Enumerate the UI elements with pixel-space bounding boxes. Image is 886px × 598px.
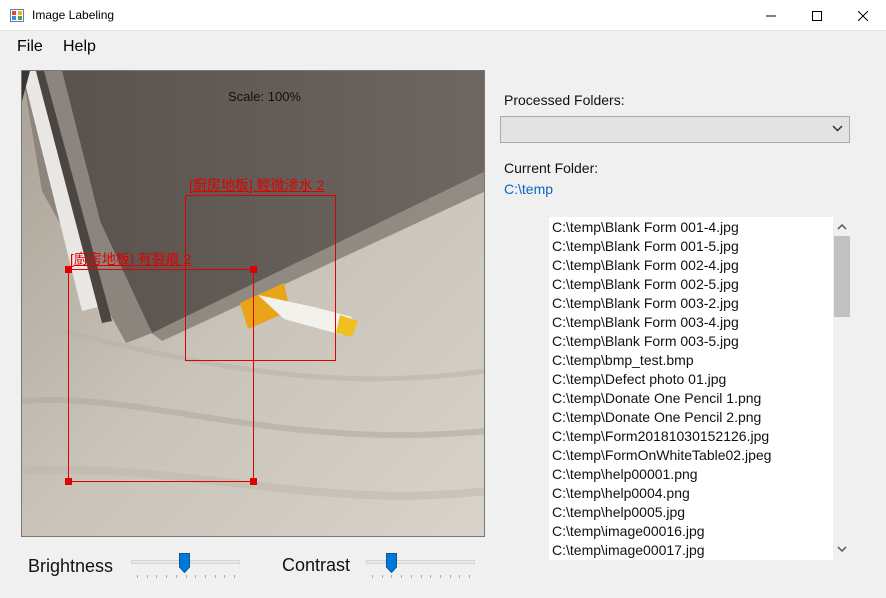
brightness-label: Brightness <box>28 556 114 576</box>
scroll-thumb[interactable] <box>834 236 850 317</box>
resize-handle[interactable] <box>65 478 72 485</box>
close-button[interactable] <box>840 0 886 31</box>
slider-tick <box>137 575 138 578</box>
slider-tick <box>469 575 470 578</box>
resize-handle[interactable] <box>250 266 257 273</box>
list-item[interactable]: C:\temp\Donate One Pencil 2.png <box>552 409 761 425</box>
list-item[interactable]: C:\temp\Donate One Pencil 1.png <box>552 390 761 406</box>
list-item[interactable]: C:\temp\image00017.jpg <box>552 542 705 558</box>
menu-help[interactable]: Help <box>63 38 96 56</box>
slider-tick <box>224 575 226 578</box>
processed-folders-dropdown[interactable] <box>500 116 850 143</box>
maximize-button[interactable] <box>794 0 840 31</box>
contrast-thumb[interactable] <box>386 553 397 573</box>
list-item[interactable]: C:\temp\Blank Form 003-2.jpg <box>552 295 739 311</box>
list-item[interactable]: C:\temp\Blank Form 003-4.jpg <box>552 314 739 330</box>
slider-tick <box>185 575 187 578</box>
list-item[interactable]: C:\temp\Blank Form 003-5.jpg <box>552 333 739 349</box>
slider-tick <box>420 575 422 578</box>
slider-tick <box>430 575 432 578</box>
slider-tick <box>156 575 158 578</box>
list-item[interactable]: C:\temp\FormOnWhiteTable02.jpeg <box>552 447 771 463</box>
slider-tick <box>449 575 451 578</box>
list-item[interactable]: C:\temp\Defect photo 01.jpg <box>552 371 726 387</box>
slider-tick <box>372 575 373 578</box>
list-item[interactable]: C:\temp\Blank Form 001-5.jpg <box>552 238 739 254</box>
slider-tick <box>410 575 412 578</box>
title-bar: Image Labeling <box>0 0 886 31</box>
list-item[interactable]: C:\temp\help0005.jpg <box>552 504 685 520</box>
scroll-down-icon[interactable] <box>837 546 847 553</box>
slider-tick <box>391 575 393 578</box>
slider-tick <box>459 575 461 578</box>
close-icon <box>858 10 868 21</box>
list-item[interactable]: C:\temp\Blank Form 002-4.jpg <box>552 257 739 273</box>
slider-tick <box>214 575 216 578</box>
annotation-label-2: [廚房地板] 有裂痕 2 <box>70 251 192 267</box>
list-item[interactable]: C:\temp\help00001.png <box>552 466 698 482</box>
slider-tick <box>166 575 168 578</box>
contrast-label: Contrast <box>282 555 351 575</box>
list-item[interactable]: C:\temp\help0004.png <box>552 485 690 501</box>
slider-tick <box>175 575 177 578</box>
maximize-icon <box>812 10 822 21</box>
list-item[interactable]: C:\temp\Blank Form 001-4.jpg <box>552 219 739 235</box>
minimize-icon <box>766 15 776 16</box>
current-folder-path: C:\temp <box>504 181 554 197</box>
minimize-button[interactable] <box>748 0 794 31</box>
file-list[interactable]: C:\temp\Blank Form 001-4.jpg C:\temp\Blan… <box>549 217 851 560</box>
resize-handle[interactable] <box>65 266 72 273</box>
annotation-label-1: [廚房地板] 輕微滲水 2 <box>189 177 325 193</box>
slider-tick <box>146 575 148 578</box>
app-icon <box>10 9 24 22</box>
slider-tick <box>234 575 235 578</box>
brightness-thumb[interactable] <box>179 553 190 573</box>
menu-file[interactable]: File <box>17 38 43 56</box>
file-list-scrollbar[interactable] <box>833 217 851 560</box>
scale-label: Scale: 100% <box>228 89 301 104</box>
slider-tick <box>439 575 441 578</box>
slider-tick <box>401 575 403 578</box>
list-item[interactable]: C:\temp\Blank Form 002-5.jpg <box>552 276 739 292</box>
list-item[interactable]: C:\temp\bmp_test.bmp <box>552 352 694 368</box>
chevron-down-icon <box>832 125 843 132</box>
annotation-box-2[interactable] <box>68 269 254 482</box>
list-item[interactable]: C:\temp\image00016.jpg <box>552 523 705 539</box>
window-title: Image Labeling <box>32 8 115 22</box>
list-item[interactable]: C:\temp\Form20181030152126.jpg <box>552 428 769 444</box>
menu-bar: File Help <box>0 31 886 62</box>
slider-tick <box>381 575 383 578</box>
image-canvas[interactable]: Scale: 100% [廚房地板] 輕微滲水 2 [廚房地板] 有裂痕 2 <box>21 70 485 537</box>
scroll-up-icon[interactable] <box>837 223 847 230</box>
contrast-track[interactable] <box>366 560 475 564</box>
processed-folders-label: Processed Folders: <box>504 92 625 108</box>
slider-tick <box>204 575 206 578</box>
resize-handle[interactable] <box>250 478 257 485</box>
slider-tick <box>195 575 197 578</box>
current-folder-label: Current Folder: <box>504 160 599 176</box>
